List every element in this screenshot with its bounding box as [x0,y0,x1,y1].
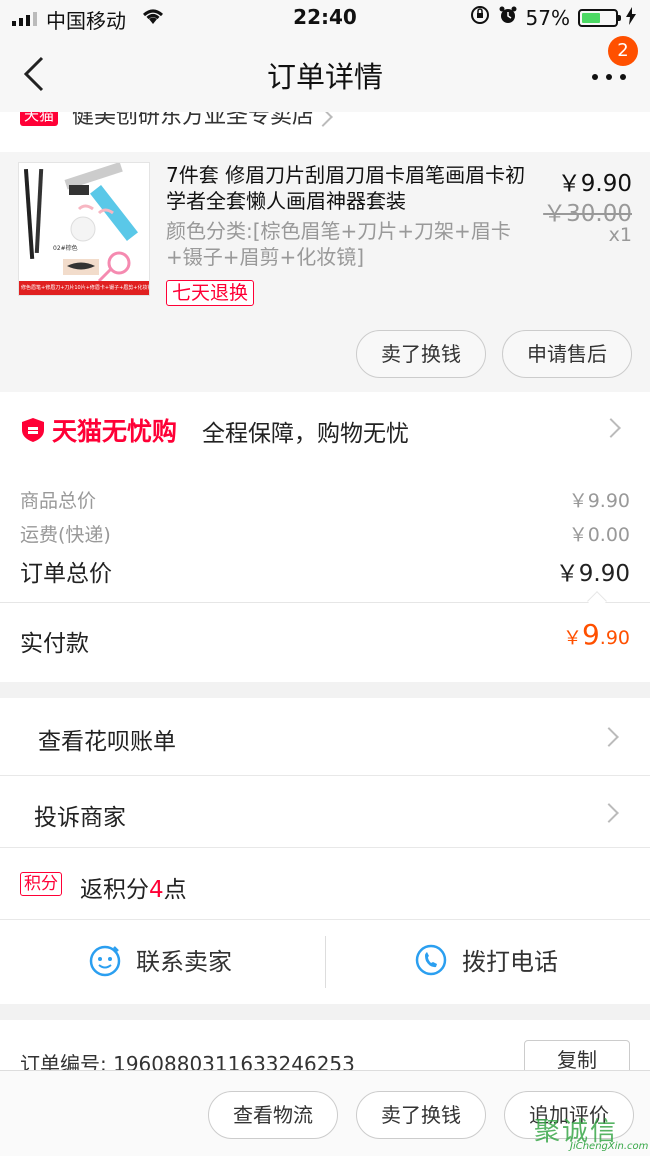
order-info: 订单编号: 1960880311633246253 复制 [0,1020,650,1080]
chat-bubble-icon [89,945,121,976]
divider [0,602,650,603]
thumb-caption: 修色眉笔+修眉刀+刀片10片+修眉卡+镊子+眉剪+化妆镜 [21,285,149,291]
huabei-bill-row[interactable]: 查看花呗账单 [0,698,650,776]
paid-amount: ￥9.90 [563,618,630,651]
points-tag: 积分 [20,872,62,896]
divider [325,936,326,988]
call-phone-label: 拨打电话 [462,948,558,976]
return-policy-tag: 七天退换 [166,280,255,306]
complain-row[interactable]: 投诉商家 [0,776,650,848]
shield-icon [22,418,44,442]
contact-bar: 联系卖家 拨打电话 [0,920,650,1004]
points-number: 4 [149,877,164,903]
thumb-label: 02#棕色 [53,245,78,252]
goods-total-value: ￥9.90 [568,490,630,512]
product-quantity: x1 [608,224,632,246]
paid-currency: ￥ [562,627,582,649]
chevron-right-icon [599,727,619,747]
product-image [19,163,149,295]
guarantee-row[interactable]: 天猫无忧购 全程保障，购物无忧 [0,392,650,464]
contact-seller-label: 联系卖家 [136,948,232,976]
order-total-value: ￥9.90 [555,561,630,587]
phone-icon [415,944,447,975]
charging-icon [626,6,636,30]
rotation-lock-icon [470,5,490,30]
huabei-bill-label: 查看花呗账单 [38,729,176,755]
more-dot-icon [592,74,598,80]
price-summary: 商品总价 ￥9.90 运费(快递) ￥0.00 订单总价 ￥9.90 实付款 ￥… [0,464,650,682]
complain-label: 投诉商家 [34,805,126,831]
product-sku: 颜色分类:[棕色眉笔+刀片+刀架+眉卡+镊子+眉剪+化妆镜] [166,219,511,269]
chevron-right-icon [601,418,621,438]
after-sale-button[interactable]: 申请售后 [502,330,632,378]
divider-notch [587,591,607,611]
guarantee-text: 全程保障，购物无忧 [202,421,409,447]
tmall-tag: 天猫 [20,112,59,126]
chevron-right-icon [313,112,333,127]
notification-badge: 2 [608,36,638,66]
more-dot-icon [620,74,626,80]
points-text: 返积分4点 [80,870,187,904]
view-logistics-button[interactable]: 查看物流 [208,1091,338,1139]
page-title: 订单详情 [266,60,383,94]
paid-integer: 9 [581,618,600,651]
product-original-price: ￥30.00 [543,201,632,227]
order-total-label: 订单总价 [20,561,112,587]
site-watermark: 聚诚信 JiChengXin.com [534,1111,649,1155]
shipping-label: 运费(快递) [20,524,111,546]
points-suffix: 点 [163,877,187,903]
product-thumbnail[interactable]: 02#棕色 修色眉笔+修眉刀+刀片10片+修眉卡+镊子+眉剪+化妆镜 [18,162,150,296]
points-row: 积分 返积分4点 [0,848,650,920]
tmall-worry-free-logo: 天猫无忧购 [20,412,177,448]
watermark-url: JiChengXin.com [570,1141,649,1152]
points-prefix: 返积分 [80,877,149,903]
product-price: ￥9.90 [557,171,632,197]
more-dot-icon [606,74,612,80]
store-header[interactable]: 天猫 健美创研东方亚圣专卖店 [0,112,650,152]
logo-text: 天猫无忧购 [52,417,178,446]
chevron-right-icon [599,803,619,823]
goods-total-label: 商品总价 [20,490,97,512]
battery-percent: 57% [525,5,570,30]
bottom-action-bar: 查看物流 卖了换钱 追加评价 聚诚信 JiChengXin.com [0,1070,650,1156]
paid-decimal: .90 [599,627,630,649]
status-bar: 中国移动 22:40 57% [0,0,650,36]
product-title[interactable]: 7件套 修眉刀片刮眉刀眉卡眉笔画眉卡初学者全套懒人画眉神器套装 [166,162,528,214]
battery-icon [578,8,621,27]
contact-seller-button[interactable]: 联系卖家 [88,942,232,977]
sell-button[interactable]: 卖了换钱 [356,330,486,378]
paid-label: 实付款 [20,631,89,657]
product-card[interactable]: 02#棕色 修色眉笔+修眉刀+刀片10片+修眉卡+镊子+眉剪+化妆镜 7件套 修… [0,152,650,392]
store-name: 健美创研东方亚圣专卖店 [72,112,315,129]
shipping-value: ￥0.00 [568,524,630,546]
alarm-icon [498,5,518,30]
sell-again-button[interactable]: 卖了换钱 [356,1091,486,1139]
call-phone-button[interactable]: 拨打电话 [414,942,558,977]
navigation-bar: 订单详情 2 [0,36,650,112]
